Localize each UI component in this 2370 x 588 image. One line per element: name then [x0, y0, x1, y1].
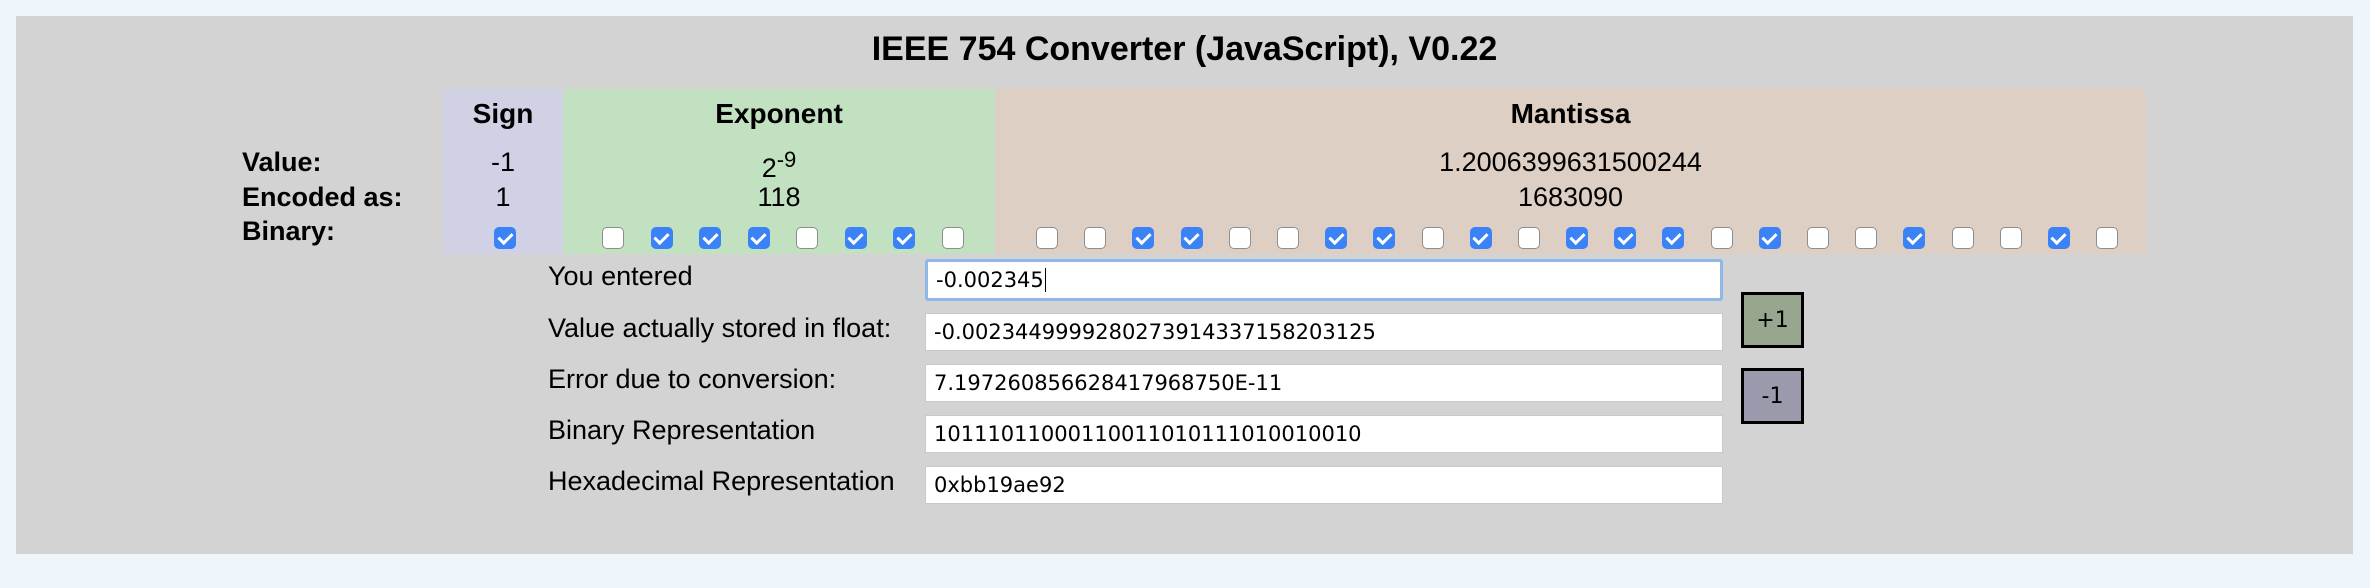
entered-label: You entered — [548, 261, 693, 291]
increment-button[interactable]: +1 — [1741, 292, 1804, 348]
exponent-bit-checkbox[interactable] — [941, 227, 964, 249]
sign-value: -1 — [490, 147, 515, 177]
mantissa-bit-checkbox[interactable] — [1807, 227, 1829, 249]
binary-repr-field[interactable]: 10111011000110011010111010010010 — [925, 415, 1723, 453]
value-row-label: Value: — [242, 147, 322, 177]
sign-bit-row — [494, 222, 516, 254]
mantissa-encoded: 1683090 — [1517, 182, 1624, 212]
mantissa-bit-checkbox[interactable] — [2047, 227, 2070, 249]
mantissa-bit-checkbox[interactable] — [1180, 227, 1203, 249]
exponent-encoded: 118 — [757, 182, 801, 212]
mantissa-bit-checkbox[interactable] — [1903, 227, 1926, 249]
decrement-button[interactable]: -1 — [1741, 368, 1804, 424]
mantissa-bit-checkbox[interactable] — [1132, 227, 1155, 249]
error-label: Error due to conversion: — [548, 364, 837, 394]
mantissa-bit-checkbox[interactable] — [1614, 227, 1637, 249]
mantissa-bit-checkbox[interactable] — [1566, 227, 1589, 249]
exponent-value: 2-9 — [761, 147, 797, 183]
entered-input[interactable]: -0.002345 — [925, 259, 1723, 301]
sign-encoded: 1 — [495, 182, 511, 212]
binary-repr-label: Binary Representation — [548, 415, 816, 445]
exponent-bit-row — [602, 222, 990, 254]
exponent-bit-checkbox[interactable] — [747, 227, 770, 249]
mantissa-bit-row — [1036, 222, 2144, 254]
mantissa-bit-checkbox[interactable] — [1036, 227, 1058, 249]
mantissa-bit-checkbox[interactable] — [1276, 227, 1299, 249]
mantissa-bit-checkbox[interactable] — [2096, 227, 2119, 249]
mantissa-bit-checkbox[interactable] — [1373, 227, 1396, 249]
exponent-bit-checkbox[interactable] — [650, 227, 673, 249]
mantissa-bit-checkbox[interactable] — [1084, 227, 1107, 249]
exponent-bit-checkbox[interactable] — [796, 227, 818, 249]
mantissa-bit-checkbox[interactable] — [1999, 227, 2022, 249]
mantissa-bit-checkbox[interactable] — [1469, 227, 1492, 249]
mantissa-bit-checkbox[interactable] — [1228, 227, 1251, 249]
exponent-bit-checkbox[interactable] — [699, 227, 721, 249]
mantissa-value: 1.2006399631500244 — [1439, 147, 1702, 177]
exponent-bit-checkbox[interactable] — [893, 227, 915, 249]
page-title: IEEE 754 Converter (JavaScript), V0.22 — [871, 30, 1498, 68]
converter-panel: IEEE 754 Converter (JavaScript), V0.22 S… — [16, 16, 2353, 554]
mantissa-bit-checkbox[interactable] — [1710, 227, 1733, 249]
mantissa-bit-checkbox[interactable] — [1662, 227, 1685, 249]
sign-header: Sign — [472, 98, 534, 129]
stored-value-field[interactable]: -0.0023449999280273914337158203125 — [925, 313, 1723, 351]
exponent-header: Exponent — [715, 98, 843, 129]
mantissa-bit-checkbox[interactable] — [1951, 227, 1974, 249]
stored-label: Value actually stored in float: — [548, 313, 892, 343]
binary-row-label: Binary: — [242, 216, 336, 246]
hex-repr-field[interactable]: 0xbb19ae92 — [925, 466, 1723, 504]
mantissa-bit-checkbox[interactable] — [1855, 227, 1878, 249]
sign-bit-checkbox[interactable] — [494, 227, 516, 249]
text-caret — [1044, 268, 1046, 292]
hex-repr-label: Hexadecimal Representation — [548, 466, 895, 496]
encoded-row-label: Encoded as: — [242, 182, 403, 212]
exponent-bit-checkbox[interactable] — [602, 227, 624, 249]
mantissa-bit-checkbox[interactable] — [1421, 227, 1444, 249]
mantissa-bit-checkbox[interactable] — [1517, 227, 1540, 249]
error-field[interactable]: 7.197260856628417968750E-11 — [925, 364, 1723, 402]
mantissa-bit-checkbox[interactable] — [1325, 227, 1348, 249]
mantissa-bit-checkbox[interactable] — [1758, 227, 1781, 249]
exponent-bit-checkbox[interactable] — [844, 227, 867, 249]
mantissa-header: Mantissa — [1510, 98, 1631, 129]
